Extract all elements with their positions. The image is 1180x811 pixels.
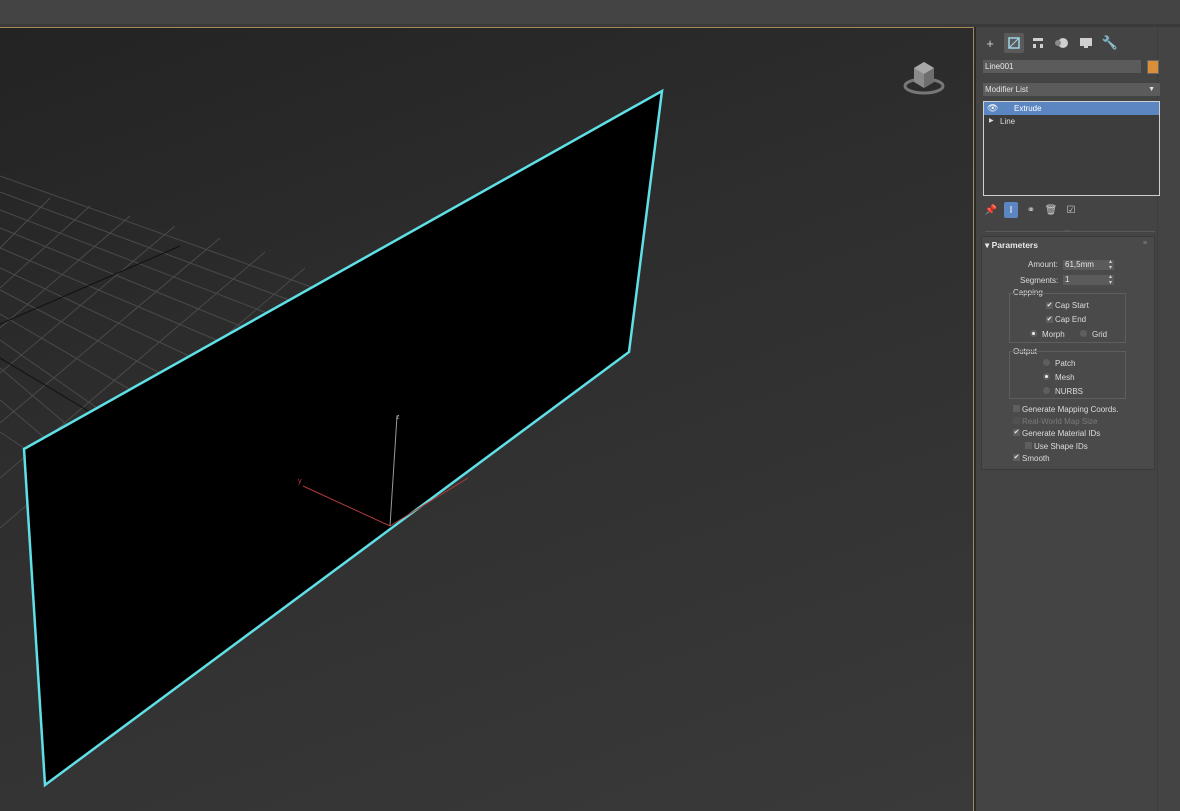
pin-stack-icon[interactable]: 📌 [984,202,998,218]
eye-icon[interactable]: 👁 [987,102,998,115]
segments-value: 1 [1065,275,1070,284]
nurbs-radio[interactable] [1043,387,1050,394]
patch-radio[interactable] [1043,359,1050,366]
motion-icon[interactable] [1052,33,1072,53]
mesh-label: Mesh [1055,373,1075,382]
command-panel-tabs: + 🔧 [980,33,1120,55]
rollout-grip-icon[interactable]: ≡ [1143,240,1147,247]
segments-spinner[interactable]: 1 ▴ ▾ [1063,274,1114,286]
chevron-down-icon: ▼ [1148,86,1155,93]
grid-line [0,205,91,289]
viewport-scene [0,88,664,788]
segments-label: Segments: [1020,276,1059,285]
object-name-field[interactable]: Line001 [983,60,1141,73]
grid-line [0,227,261,335]
rollout-title: Parameters [991,240,1038,250]
utilities-wrench-icon[interactable]: 🔧 [1100,33,1120,53]
rollout-header[interactable]: ▾ Parameters [985,240,1038,251]
modifier-list-dropdown[interactable]: Modifier List ▼ [983,83,1160,96]
amount-label: Amount: [1028,260,1058,269]
expand-triangle-icon[interactable]: ▶ [989,115,994,128]
morph-radio[interactable] [1030,330,1037,337]
generate-mapping-checkbox[interactable] [1013,405,1020,412]
grid-line [0,175,321,291]
grid-line [0,399,46,439]
display-icon[interactable] [1076,33,1096,53]
stack-toolbar: 📌 I ⚭ 🗑 ☑ [984,201,1078,219]
cap-start-label: Cap Start [1055,301,1089,310]
perspective-viewport[interactable]: z y [0,27,974,811]
stack-item-line[interactable]: ▶ Line [984,115,1159,128]
cap-start-checkbox[interactable]: ✔ [1046,302,1053,309]
viewcube-icon[interactable] [902,54,946,98]
stack-item-label: Extrude [1014,104,1042,113]
morph-label: Morph [1042,330,1065,339]
cap-end-label: Cap End [1055,315,1087,324]
create-plus-icon[interactable]: + [980,33,1000,53]
make-unique-icon[interactable]: ⚭ [1024,202,1038,218]
grid-label: Grid [1092,330,1108,339]
show-end-result-icon[interactable]: I [1004,202,1018,218]
patch-label: Patch [1055,359,1076,368]
gizmo-y-label: y [298,478,302,485]
amount-value: 61,5mm [1065,260,1094,269]
object-color-swatch[interactable] [1147,60,1159,74]
gizmo-z-label: z [396,414,400,421]
grid-line [0,191,301,305]
remove-modifier-trash-icon[interactable]: 🗑 [1044,202,1058,218]
stack-item-extrude[interactable]: 👁 Extrude [984,102,1159,115]
hierarchy-icon[interactable] [1028,33,1048,53]
top-toolbar [0,0,1180,24]
nurbs-label: NURBS [1055,387,1084,396]
smooth-checkbox[interactable]: ✔ [1013,454,1020,461]
mesh-radio[interactable] [1043,373,1050,380]
real-world-map-label: Real-World Map Size [1022,417,1098,426]
smooth-label: Smooth [1022,454,1050,463]
use-shape-ids-label: Use Shape IDs [1034,442,1088,451]
divider-handle-icon[interactable]: ∙∙∙∙ [1064,228,1071,234]
grid-line [0,197,51,249]
stack-item-label: Line [1000,117,1016,126]
modifier-list-label: Modifier List [985,85,1029,94]
spinner-arrows-icon[interactable]: ▴ ▾ [1109,274,1112,286]
extruded-line-object [22,88,664,788]
grid-axis-line [0,357,101,419]
use-shape-ids-checkbox[interactable] [1025,442,1032,449]
grid-radio[interactable] [1080,330,1087,337]
grid-line [0,215,131,329]
panel-scrollbar[interactable] [1157,27,1180,811]
modify-icon[interactable] [1004,33,1024,53]
cap-end-checkbox[interactable]: ✔ [1046,316,1053,323]
modifier-stack: 👁 Extrude ▶ Line [983,101,1160,196]
spinner-arrows-icon[interactable]: ▴ ▾ [1109,259,1112,271]
grid-line [0,431,25,449]
grid-axis-line [0,245,181,325]
real-world-map-checkbox [1013,417,1020,424]
generate-material-ids-label: Generate Material IDs [1022,429,1101,438]
amount-spinner[interactable]: 61,5mm ▴ ▾ [1063,259,1114,271]
configure-modifier-sets-icon[interactable]: ☑ [1064,202,1078,218]
generate-material-ids-checkbox[interactable]: ✔ [1013,429,1020,436]
generate-mapping-label: Generate Mapping Coords. [1022,405,1119,414]
